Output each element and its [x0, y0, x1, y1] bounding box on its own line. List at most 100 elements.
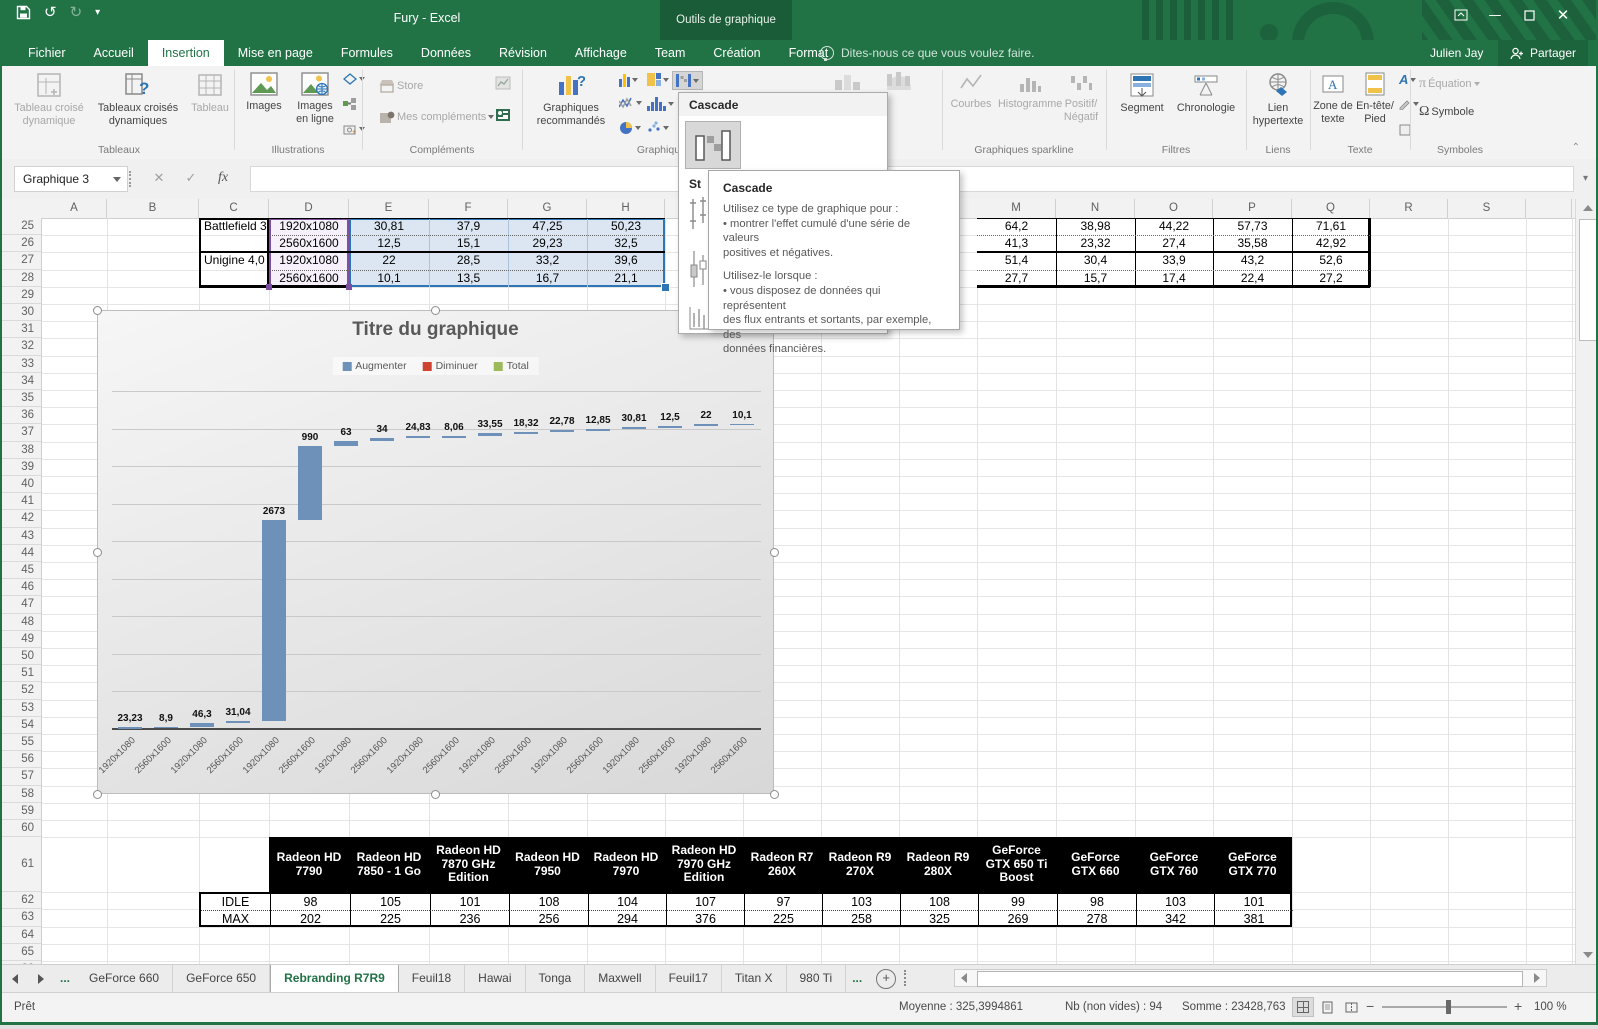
- insert-column-chart-button[interactable]: [616, 71, 641, 89]
- tab-révision[interactable]: Révision: [485, 40, 561, 66]
- chart-selection-handle[interactable]: [431, 790, 440, 799]
- cell-group-label[interactable]: Battlefield 3: [201, 218, 270, 235]
- waterfall-bar[interactable]: [586, 429, 610, 431]
- scroll-right-icon[interactable]: [1528, 971, 1546, 985]
- scroll-down-icon[interactable]: [1576, 946, 1598, 964]
- recommended-charts-button[interactable]: ? Graphiques recommandés: [528, 70, 614, 127]
- images-button[interactable]: Images: [240, 70, 288, 113]
- gpu-cell[interactable]: 101: [430, 894, 509, 910]
- column-header-M[interactable]: M: [977, 199, 1056, 218]
- textbox-button[interactable]: A Zone de texte: [1312, 70, 1354, 125]
- row-header-37[interactable]: 37: [2, 424, 41, 441]
- recommended-pivot-tables-button[interactable]: ? Tableaux croisés dynamiques: [90, 70, 186, 127]
- gpu-cell[interactable]: 225: [744, 910, 822, 927]
- cell-value[interactable]: 50,23: [587, 218, 665, 235]
- waterfall-bar[interactable]: [154, 727, 178, 729]
- sheet-nav-left-icon[interactable]: [2, 965, 28, 993]
- row-header-59[interactable]: 59: [2, 803, 41, 820]
- vertical-scroll-thumb[interactable]: [1579, 219, 1598, 341]
- gpu-cell[interactable]: 294: [588, 910, 666, 927]
- column-header-O[interactable]: O: [1135, 199, 1213, 218]
- waterfall-bar[interactable]: [406, 436, 430, 438]
- row-header-38[interactable]: 38: [2, 442, 41, 459]
- row-header-45[interactable]: 45: [2, 562, 41, 579]
- row-header-32[interactable]: 32: [2, 338, 41, 355]
- row-header-65[interactable]: 65: [2, 944, 41, 961]
- tell-me-search[interactable]: Dites-nous ce que vous voulez faire.: [820, 40, 1034, 66]
- row-header-57[interactable]: 57: [2, 768, 41, 785]
- slicer-button[interactable]: Segment: [1112, 70, 1172, 115]
- horizontal-scrollbar[interactable]: [954, 969, 1547, 987]
- row-header-28[interactable]: 28: [2, 270, 41, 287]
- chart-selection-handle[interactable]: [93, 790, 102, 799]
- sheet-tab-feuil17[interactable]: Feuil17: [656, 965, 722, 993]
- waterfall-bar[interactable]: [442, 436, 466, 438]
- row-header-34[interactable]: 34: [2, 373, 41, 390]
- online-images-button[interactable]: Images en ligne: [290, 70, 340, 125]
- row-header-41[interactable]: 41: [2, 493, 41, 510]
- cell-value[interactable]: 27,7: [977, 270, 1056, 287]
- insert-statistic-chart-button[interactable]: [644, 95, 677, 113]
- gpu-cell[interactable]: 202: [270, 910, 350, 927]
- gpu-cell[interactable]: 104: [588, 894, 666, 910]
- row-header-51[interactable]: 51: [2, 665, 41, 682]
- tab-formules[interactable]: Formules: [327, 40, 407, 66]
- cell-value[interactable]: 32,5: [587, 235, 665, 252]
- gpu-cell[interactable]: 256: [509, 910, 588, 927]
- share-button[interactable]: Partager: [1498, 40, 1588, 66]
- row-header-40[interactable]: 40: [2, 476, 41, 493]
- insert-pie-chart-button[interactable]: [616, 119, 644, 137]
- cell-value[interactable]: 39,6: [587, 252, 665, 269]
- cascade-chart-option[interactable]: [685, 121, 741, 169]
- cell-resolution[interactable]: 1920x1080: [269, 218, 349, 235]
- cell-value[interactable]: 37,9: [429, 218, 508, 235]
- tab-fichier[interactable]: Fichier: [14, 40, 80, 66]
- cell-value[interactable]: 21,1: [587, 270, 665, 287]
- cell-value[interactable]: 22: [349, 252, 429, 269]
- cell-value[interactable]: 15,1: [429, 235, 508, 252]
- sheet-tab-tonga[interactable]: Tonga: [526, 965, 586, 993]
- row-header-44[interactable]: 44: [2, 545, 41, 562]
- cell-value[interactable]: 35,58: [1213, 235, 1292, 252]
- waterfall-bar[interactable]: [370, 438, 394, 441]
- column-header-A[interactable]: A: [42, 199, 107, 218]
- waterfall-bar[interactable]: [226, 721, 250, 723]
- column-header-F[interactable]: F: [429, 199, 508, 218]
- waterfall-bar[interactable]: [694, 424, 718, 426]
- gpu-cell[interactable]: 269: [978, 910, 1057, 927]
- smartart-button[interactable]: [340, 96, 360, 112]
- sheet-tab-feuil18[interactable]: Feuil18: [399, 965, 465, 993]
- row-header-61[interactable]: 61: [2, 837, 41, 892]
- gpu-cell[interactable]: 99: [978, 894, 1057, 910]
- column-header-G[interactable]: G: [508, 199, 587, 218]
- vertical-scrollbar[interactable]: [1575, 199, 1598, 964]
- gpu-cell[interactable]: 103: [822, 894, 900, 910]
- normal-view-icon[interactable]: [1292, 997, 1314, 1017]
- cell-value[interactable]: 51,4: [977, 252, 1056, 269]
- cell-value[interactable]: 27,4: [1135, 235, 1213, 252]
- row-header-29[interactable]: 29: [2, 287, 41, 304]
- sheet-tabs-overflow-right[interactable]: ...: [846, 965, 868, 993]
- gpu-cell[interactable]: 98: [1057, 894, 1136, 910]
- row-header-56[interactable]: 56: [2, 751, 41, 768]
- row-header-49[interactable]: 49: [2, 631, 41, 648]
- cell-value[interactable]: 30,4: [1056, 252, 1135, 269]
- waterfall-bar[interactable]: [334, 441, 358, 446]
- cell-group-label[interactable]: Unigine 4,0: [201, 252, 270, 269]
- gpu-row-label[interactable]: MAX: [201, 910, 270, 927]
- zoom-in-icon[interactable]: +: [1514, 998, 1522, 1014]
- sheet-tabs-overflow-left[interactable]: ...: [54, 965, 76, 993]
- hyperlink-button[interactable]: Lien hypertexte: [1248, 70, 1308, 127]
- row-header-36[interactable]: 36: [2, 407, 41, 424]
- gpu-cell[interactable]: 98: [270, 894, 350, 910]
- waterfall-bar[interactable]: [298, 446, 322, 520]
- column-header-N[interactable]: N: [1056, 199, 1135, 218]
- legend-item-diminuer[interactable]: Diminuer: [423, 360, 478, 372]
- column-header-C[interactable]: C: [199, 199, 269, 218]
- sheet-tab-maxwell[interactable]: Maxwell: [585, 965, 655, 993]
- sheet-tab-titan-x[interactable]: Titan X: [722, 965, 787, 993]
- row-header-47[interactable]: 47: [2, 596, 41, 613]
- cell-value[interactable]: 57,73: [1213, 218, 1292, 235]
- sheet-tab-hawai[interactable]: Hawai: [465, 965, 525, 993]
- cell-value[interactable]: 29,23: [508, 235, 587, 252]
